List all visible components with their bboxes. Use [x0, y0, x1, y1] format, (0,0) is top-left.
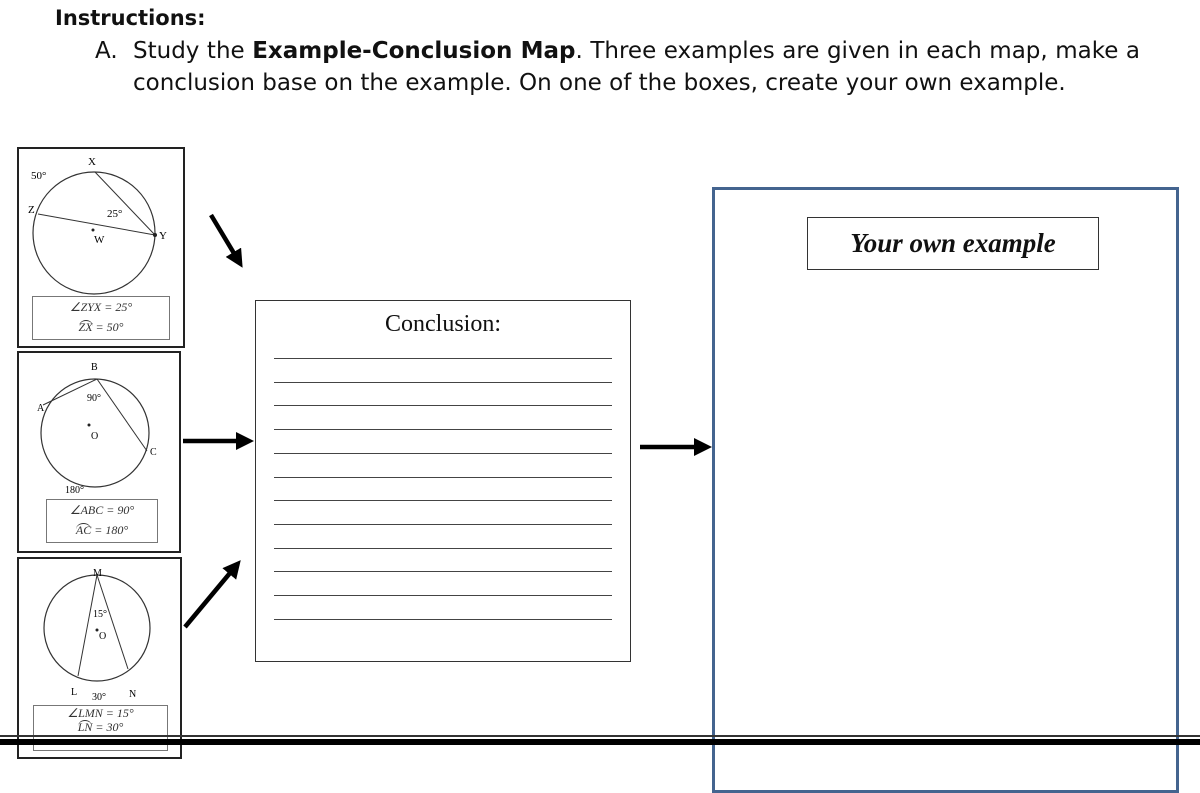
conclusion-writing-line[interactable]	[274, 452, 612, 454]
conclusion-writing-line[interactable]	[274, 618, 612, 620]
arrow-up-right-icon	[183, 560, 241, 629]
conclusion-writing-line[interactable]	[274, 405, 612, 407]
conclusion-box: Conclusion:	[255, 300, 631, 662]
conclusion-writing-line[interactable]	[274, 381, 612, 383]
conclusion-writing-line[interactable]	[274, 500, 612, 502]
conclusion-title: Conclusion:	[384, 311, 501, 337]
bottom-divider-thick	[0, 739, 1200, 745]
conclusion-writing-line[interactable]	[274, 595, 612, 596]
own-example-label: Your own example	[807, 217, 1099, 270]
conclusion-writing-line[interactable]	[274, 429, 612, 431]
conclusion-writing-line[interactable]	[274, 547, 612, 549]
conclusion-writing-line[interactable]	[274, 358, 612, 359]
conclusion-writing-line[interactable]	[274, 476, 612, 478]
arrow-down-right-icon	[209, 213, 243, 268]
own-example-box[interactable]: Your own example	[712, 187, 1179, 793]
conclusion-writing-line[interactable]	[274, 523, 612, 525]
bottom-divider-thin	[0, 735, 1200, 737]
conclusion-writing-line[interactable]	[274, 571, 612, 573]
